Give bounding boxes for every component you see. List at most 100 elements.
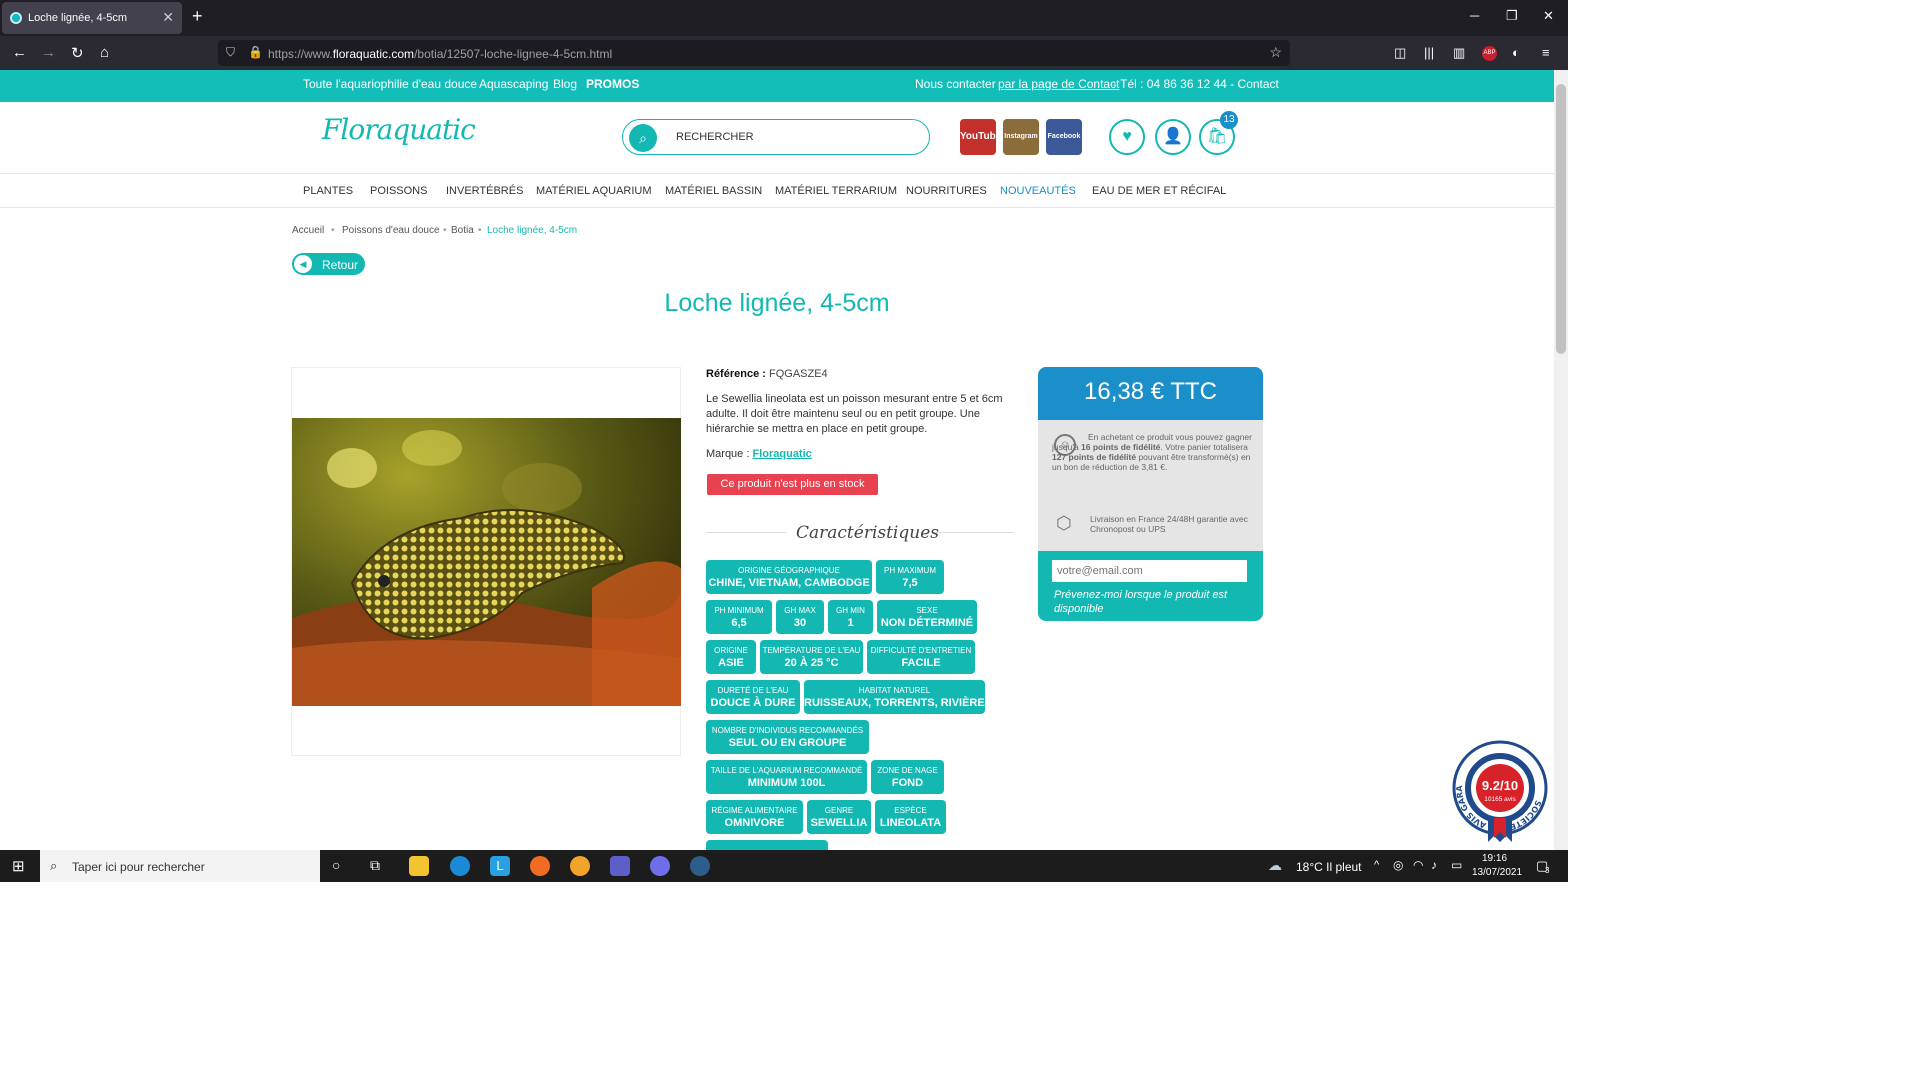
firefox-icon[interactable] — [530, 856, 550, 876]
url-bar[interactable]: ⛉ 🔒 https://www.floraquatic.com/botia/12… — [218, 40, 1290, 66]
menu-materiel-bassin[interactable]: MATÉRIEL BASSIN — [665, 185, 762, 197]
top-link-aquascaping[interactable]: Aquascaping — [479, 77, 548, 91]
cortana-icon[interactable]: ○ — [332, 857, 340, 873]
search-input[interactable]: ⌕ RECHERCHER — [622, 119, 930, 155]
site-logo[interactable]: Floraquatic — [322, 113, 476, 146]
delivery-box-icon: ⬡ — [1056, 513, 1072, 533]
tray-chevron-icon[interactable]: ^ — [1374, 859, 1379, 871]
tracking-shield-icon[interactable]: ⛉ — [226, 45, 235, 60]
home-icon[interactable]: ⌂ — [100, 44, 109, 61]
tab-close-icon[interactable]: ✕ — [162, 9, 174, 26]
reload-icon[interactable]: ↻ — [71, 44, 84, 62]
tab-title: Loche lignée, 4-5cm — [28, 12, 128, 24]
windows-start-icon[interactable]: ⊞ — [12, 857, 25, 875]
svg-text:10165 avis: 10165 avis — [1484, 796, 1516, 803]
bookmark-star-icon[interactable]: ☆ — [1269, 44, 1282, 61]
product-image-frame[interactable] — [291, 367, 681, 756]
menu-eau-de-mer[interactable]: EAU DE MER ET RÉCIFAL — [1092, 185, 1226, 197]
wishlist-heart-icon[interactable]: ♥ — [1109, 119, 1145, 155]
menu-poissons[interactable]: POISSONS — [370, 185, 427, 197]
user-account-icon[interactable]: 👤 — [1155, 119, 1191, 155]
menu-materiel-terrarium[interactable]: MATÉRIEL TERRARIUM — [775, 185, 897, 197]
price-box: 16,38 € TTC ☺ En achetant ce produit vou… — [1038, 367, 1263, 621]
page-scrollbar[interactable] — [1554, 70, 1568, 850]
char-chip: ORIGINE GÉOGRAPHIQUE CHINE, VIETNAM, CAMB… — [706, 560, 872, 594]
menu-nouveautes[interactable]: NOUVEAUTÉS — [1000, 185, 1076, 197]
menu-invertebres[interactable]: INVERTÉBRÉS — [446, 185, 523, 197]
product-photo[interactable] — [292, 418, 681, 706]
back-icon[interactable]: ← — [12, 44, 27, 61]
back-button[interactable]: ◀ Retour — [292, 253, 365, 275]
search-icon[interactable]: ⌕ — [629, 124, 657, 152]
youtube-icon[interactable]: YouTube — [960, 119, 1001, 155]
tray-apps-icon[interactable]: ◎ — [1393, 858, 1403, 872]
battery-icon[interactable]: ▭ — [1451, 858, 1462, 872]
new-tab-button[interactable]: + — [192, 6, 203, 27]
avis-garantis-badge[interactable]: SOCIÉTÉ DES AVIS GARANTIS 9.2/10 10165 a… — [1449, 733, 1548, 844]
task-view-icon[interactable]: ⧉ — [370, 857, 380, 874]
breadcrumb-accueil[interactable]: Accueil — [292, 225, 324, 236]
char-chip: GENRE SEWELLIA — [807, 800, 871, 834]
char-chip-partial — [706, 840, 828, 850]
browser-tab[interactable]: Loche lignée, 4-5cm ✕ — [2, 2, 182, 34]
clock-date[interactable]: 13/07/2021 — [1472, 867, 1522, 878]
steam-icon[interactable] — [690, 856, 710, 876]
weather-text[interactable]: 18°C Il pleut — [1296, 860, 1362, 874]
contact-link[interactable]: par la page de Contact — [998, 77, 1119, 91]
menu-materiel-aquarium[interactable]: MATÉRIEL AQUARIUM — [536, 185, 652, 197]
char-chip: RÉGIME ALIMENTAIRE OMNIVORE — [706, 800, 803, 834]
caracteristiques-heading: Caractéristiques — [706, 523, 1014, 543]
char-chip: TAILLE DE L'AQUARIUM RECOMMANDÉ MINIMUM 1… — [706, 760, 867, 794]
sidebar-icon[interactable]: ▥ — [1453, 45, 1465, 61]
char-chip: GH MAX 30 — [776, 600, 824, 634]
breadcrumb-poissons[interactable]: Poissons d'eau douce — [342, 225, 440, 236]
notify-me-button[interactable]: Prévenez-moi lorsque le produit est disp… — [1054, 588, 1254, 616]
pocket-icon[interactable]: ◫ — [1394, 45, 1406, 61]
char-chip: ESPÈCE LINEOLATA — [875, 800, 946, 834]
menu-hamburger-icon[interactable]: ≡ — [1542, 45, 1550, 60]
account-icon[interactable]: ◐ — [1512, 45, 1520, 60]
breadcrumb-botia[interactable]: Botia — [451, 225, 474, 236]
site-favicon-icon — [10, 12, 22, 24]
top-link-aquariophilie[interactable]: Toute l'aquariophilie d'eau douce — [303, 77, 477, 91]
forward-icon[interactable]: → — [41, 44, 56, 61]
teams-icon[interactable] — [610, 856, 630, 876]
close-window-icon[interactable]: ✕ — [1543, 8, 1554, 24]
volume-icon[interactable]: ♪ — [1431, 858, 1437, 872]
delivery-text: Livraison en France 24/48H garantie avec… — [1090, 514, 1248, 534]
clock-time[interactable]: 19:16 — [1482, 853, 1507, 864]
char-chip: ZONE DE NAGE FOND — [871, 760, 944, 794]
char-chip: DIFFICULTÉ D'ENTRETIEN FACILE — [867, 640, 975, 674]
wifi-icon[interactable]: ◠ — [1413, 858, 1423, 872]
scrollbar-thumb[interactable] — [1556, 84, 1566, 354]
product-reference: Référence : FQGASZE4 — [706, 368, 828, 380]
restore-icon[interactable]: ❐ — [1506, 8, 1518, 24]
top-link-blog[interactable]: Blog — [553, 77, 577, 91]
library-icon[interactable]: ||| — [1424, 45, 1434, 60]
notify-email-input[interactable] — [1052, 560, 1247, 582]
brand-link[interactable]: Floraquatic — [752, 448, 811, 460]
app-l-icon[interactable]: L — [490, 856, 510, 876]
char-chip: ORIGINE ASIE — [706, 640, 756, 674]
instagram-icon[interactable]: Instagram — [1003, 119, 1039, 155]
menu-plantes[interactable]: PLANTES — [303, 185, 353, 197]
notify-panel: Prévenez-moi lorsque le produit est disp… — [1038, 551, 1263, 621]
menu-nourritures[interactable]: NOURRITURES — [906, 185, 987, 197]
facebook-icon[interactable]: Facebook — [1046, 119, 1082, 155]
edge-icon[interactable] — [450, 856, 470, 876]
file-explorer-icon[interactable] — [409, 856, 429, 876]
top-info-strip: Toute l'aquariophilie d'eau douce Aquasc… — [0, 70, 1554, 102]
url-text[interactable]: https://www.floraquatic.com/botia/12507-… — [268, 47, 612, 61]
minimize-icon[interactable]: ─ — [1470, 8, 1479, 23]
chat-app-icon[interactable] — [650, 856, 670, 876]
loyalty-panel: ☺ En achetant ce produit vous pouvez gag… — [1038, 420, 1263, 551]
weather-icon: ☁ — [1268, 857, 1282, 873]
svg-text:9.2/10: 9.2/10 — [1482, 778, 1518, 793]
taskbar-search[interactable]: ⌕ Taper ici pour rechercher — [40, 850, 320, 882]
char-chip: HABITAT NATUREL RUISSEAUX, TORRENTS, RIVI… — [804, 680, 992, 714]
keyhole-app-icon[interactable] — [570, 856, 590, 876]
adblock-icon[interactable]: ABP — [1482, 46, 1497, 61]
lock-icon[interactable]: 🔒 — [248, 45, 263, 59]
product-brand: Marque : Floraquatic — [706, 448, 812, 460]
top-link-promos[interactable]: PROMOS — [586, 77, 639, 91]
